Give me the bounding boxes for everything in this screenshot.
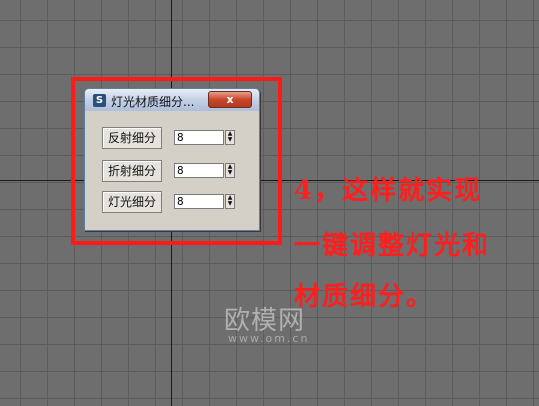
caption-line-3: 材质细分。 (294, 282, 435, 312)
red-highlight-box (71, 77, 282, 245)
watermark-url: www.om.cn (228, 332, 310, 345)
caption-line-1: 4，这样就实现 (294, 176, 483, 206)
caption-line-2: 一键调整灯光和 (294, 231, 491, 261)
